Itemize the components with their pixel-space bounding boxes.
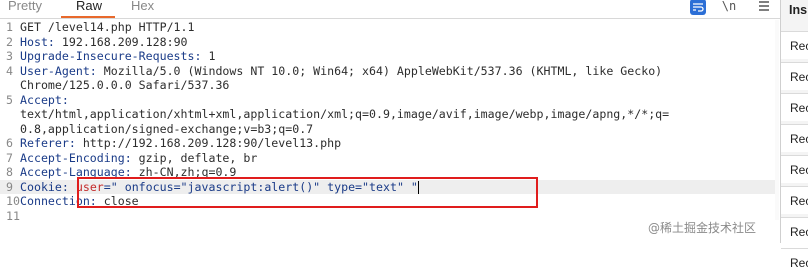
- line-content: Chrome/125.0.0.0 Safari/537.36: [20, 78, 230, 92]
- line-number: 8: [6, 165, 13, 179]
- inspector-title: Ins: [789, 3, 808, 17]
- inspector-item[interactable]: Rec: [781, 217, 808, 245]
- inspector-item[interactable]: Rec: [781, 186, 808, 214]
- menu-icon[interactable]: [756, 0, 772, 14]
- line-content: GET /level14.php HTTP/1.1: [20, 20, 195, 34]
- line-number: 2: [6, 34, 13, 49]
- line-number: 7: [6, 150, 13, 165]
- inspector-panel: Ins Rec Rec Rec Rec Rec Rec Rec Rec: [781, 0, 808, 276]
- raw-request-editor[interactable]: 1 GET /level14.php HTTP/1.1 2 Host: 192.168…: [0, 20, 780, 243]
- header-name: Accept:: [20, 92, 69, 107]
- header-value: http://192.168.209.128:90/level13.php: [75, 136, 342, 150]
- line-text: text/html,application/xhtml+xml,applicat…: [20, 107, 669, 121]
- request-line[interactable]: 6 Referer: http://192.168.209.128:90/leve…: [0, 136, 775, 151]
- active-tab-indicator: [61, 16, 115, 18]
- inspector-item[interactable]: Rec: [781, 124, 808, 152]
- line-number: 1: [6, 20, 13, 34]
- request-line[interactable]: text/html,application/xhtml+xml,applicat…: [0, 107, 775, 122]
- show-newlines-button[interactable]: \n: [721, 0, 737, 14]
- header-name: Referer:: [20, 136, 76, 150]
- inspector-item[interactable]: Rec: [781, 62, 808, 90]
- wrap-lines-icon[interactable]: [690, 0, 706, 15]
- header-value: gzip, deflate, br: [131, 150, 258, 165]
- line-text: GET /level14.php HTTP/1.1: [20, 20, 195, 34]
- editor-scrollbar[interactable]: [775, 20, 779, 220]
- tab-raw[interactable]: Raw: [76, 0, 102, 16]
- line-number: 6: [6, 136, 13, 150]
- line-text: 0.8,application/signed-exchange;v=b3;q=0…: [20, 122, 313, 136]
- header-name: Host:: [20, 34, 55, 49]
- request-line[interactable]: 3 Upgrade-Insecure-Requests: 1: [0, 49, 775, 64]
- request-line[interactable]: 2 Host: 192.168.209.128:90: [0, 35, 775, 50]
- header-value: Mozilla/5.0 (Windows NT 10.0; Win64; x64…: [96, 63, 663, 78]
- request-line[interactable]: 5 Accept:: [0, 93, 775, 108]
- line-number: 9: [6, 179, 13, 194]
- line-text: Referer: http://192.168.209.128:90/level…: [20, 136, 341, 150]
- line-text: Chrome/125.0.0.0 Safari/537.36: [20, 78, 229, 92]
- highlighted-selection-box: [77, 177, 538, 208]
- tab-pretty[interactable]: Pretty: [8, 0, 42, 16]
- line-content: text/html,application/xhtml+xml,applicat…: [20, 107, 670, 121]
- header-name: User-Agent:: [20, 63, 97, 78]
- request-line[interactable]: Chrome/125.0.0.0 Safari/537.36: [0, 78, 775, 93]
- inspector-item[interactable]: Rec: [781, 93, 808, 121]
- line-text: Accept-Encoding: gzip, deflate, br: [20, 151, 257, 165]
- request-line[interactable]: 0.8,application/signed-exchange;v=b3;q=0…: [0, 122, 775, 137]
- editor-tab-bar: Pretty Raw Hex \n: [0, 0, 780, 19]
- watermark: @稀土掘金技术社区: [648, 221, 757, 235]
- inspector-item[interactable]: Rec: [781, 155, 808, 183]
- request-line[interactable]: 4 User-Agent: Mozilla/5.0 (Windows NT 10.…: [0, 64, 775, 79]
- header-value: 192.168.209.128:90: [54, 34, 188, 49]
- line-number: 4: [6, 63, 13, 78]
- request-line[interactable]: 7 Accept-Encoding: gzip, deflate, br: [0, 151, 775, 166]
- inspector-item[interactable]: Rec: [781, 31, 808, 59]
- line-content: 0.8,application/signed-exchange;v=b3;q=0…: [20, 121, 314, 136]
- header-name: Upgrade-Insecure-Requests:: [20, 49, 202, 63]
- line-text: Accept:: [20, 93, 69, 107]
- tab-hex[interactable]: Hex: [131, 0, 154, 16]
- line-number: 10: [6, 194, 20, 208]
- line-text: Upgrade-Insecure-Requests: 1: [20, 49, 215, 63]
- line-text: Host: 192.168.209.128:90: [20, 35, 188, 49]
- line-number: 3: [6, 49, 13, 63]
- header-name: Accept-Encoding:: [20, 150, 132, 165]
- request-line[interactable]: 1 GET /level14.php HTTP/1.1: [0, 20, 775, 35]
- line-number: 5: [6, 92, 13, 107]
- line-number: 11: [6, 208, 20, 223]
- line-text: User-Agent: Mozilla/5.0 (Windows NT 10.0…: [20, 64, 662, 78]
- header-value: 1: [201, 49, 216, 63]
- inspector-item[interactable]: Rec: [781, 248, 808, 276]
- header-name: Cookie:: [20, 179, 69, 194]
